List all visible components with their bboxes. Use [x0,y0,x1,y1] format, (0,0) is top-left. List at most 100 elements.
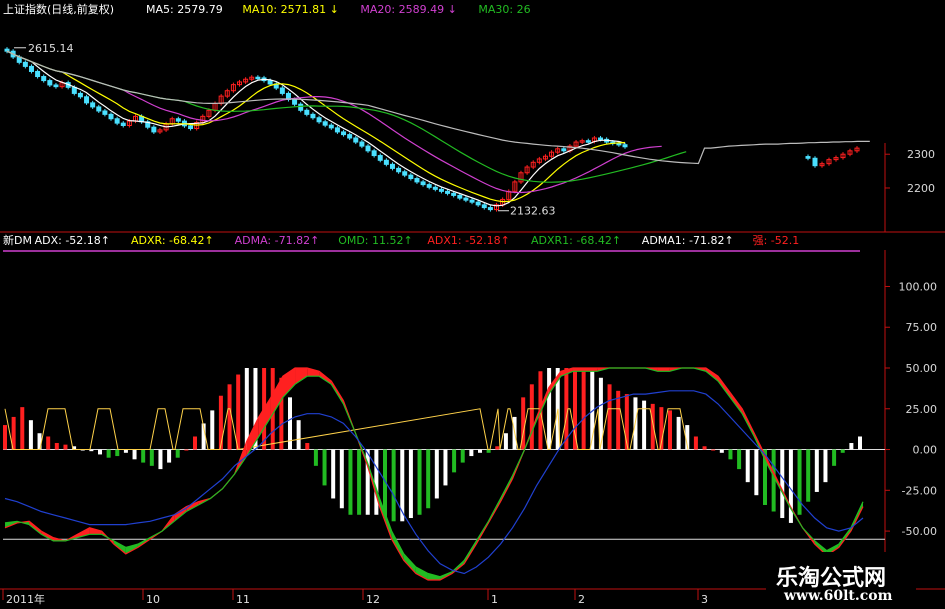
omd-bar [823,449,828,483]
omd-bar [141,449,146,463]
omd-bar [702,446,707,450]
indicator-y-tick-label: 50.00 [906,362,938,375]
omd-bar [331,449,336,499]
price-candle [463,197,469,201]
price-candle [353,137,359,143]
omd-bar [20,407,25,450]
omd-bar [858,436,862,450]
price-candle [585,140,591,143]
price-candle [377,155,383,161]
omd-bar [495,446,500,450]
price-candle [279,87,285,94]
omd-bar [728,449,733,460]
ma5-line [6,50,626,207]
price-title: 上证指数(日线,前复权) [3,3,115,16]
price-candle [481,204,487,209]
omd-bar [313,449,318,466]
omd-bar [616,390,621,450]
legend-item: ADXR: -68.42↑ [131,234,214,247]
omd-bar [193,436,197,450]
omd-bar [123,449,128,453]
time-tick-label: 2011年 [6,592,45,606]
omd-bar [167,449,172,463]
price-candle [341,131,347,136]
omd-bar [348,449,353,515]
price-candle [53,84,59,88]
omd-bar [607,384,612,450]
omd-bar [668,410,672,450]
price-candle [188,125,194,130]
omd-bar [711,449,716,451]
price-candle [304,109,310,115]
legend-item: ADMA: -71.82↑ [234,234,320,247]
omd-bar [149,449,154,466]
omd-bar [650,403,655,450]
time-tick-label: 1 [491,593,498,606]
indicator-y-tick-label: -25.00 [902,484,937,497]
price-candle [347,134,353,139]
omd-bar [339,449,344,509]
indicator-y-tick-label: 0.00 [913,444,938,457]
omd-bar [547,368,552,450]
price-candle [298,103,304,111]
omd-bar [840,449,845,453]
legend-item: 强: -52.1 [752,234,800,247]
omd-bar [115,449,120,457]
omd-bar [719,449,724,453]
price-candle [469,199,475,203]
price-candle [292,98,298,105]
adx-band-segment [295,368,308,385]
omd-bar [46,436,51,450]
price-candle [622,144,628,148]
time-tick-label: 2 [578,593,585,606]
omd-bar [443,449,448,486]
omd-bar [503,433,508,450]
price-candle [41,76,47,82]
omd-bar [322,449,327,486]
legend-item: ADXR1: -68.42↑ [531,234,622,247]
price-candle [175,118,181,122]
price-candle [316,117,322,123]
price-candle [561,148,567,152]
legend-item: ADMA1: -71.82↑ [641,234,734,247]
time-tick-label: 10 [146,593,160,606]
omd-bar [54,443,59,450]
omd-bar [175,449,180,458]
price-candle [389,163,395,169]
ma20-line [6,50,662,194]
price-candle [28,65,34,72]
omd-bar [417,449,422,515]
price-candle [22,61,28,67]
indicator-y-tick-label: 100.00 [899,280,938,293]
omd-bar [486,449,491,453]
price-candle [35,70,41,78]
price-candle [102,110,108,115]
omd-bar [573,368,577,450]
price-candle [383,159,389,165]
price-candle [328,124,334,129]
price-candle [151,126,157,133]
omd-bar [780,449,785,519]
indicator-y-tick-label: -50.00 [902,525,937,538]
omd-bar [132,449,137,460]
omd-bar [374,449,379,515]
price-candle [414,178,420,183]
omd-bar [3,425,7,450]
ma60-line [6,50,870,165]
omd-bar [814,449,819,492]
price-candle [616,142,622,146]
legend-item: ADX: -52.18↑ [34,234,111,247]
omd-bar [478,449,482,453]
price-candle [598,137,604,140]
legend-item: MA30: 26 [478,3,531,16]
omd-bar [227,384,232,450]
legend-item: MA20: 2589.49 ↓ [360,3,457,16]
price-candle [4,48,10,52]
price-candle [438,188,444,192]
price-candle [90,102,96,108]
time-tick-label: 12 [366,593,380,606]
omd-bar [288,397,292,450]
price-candle [108,113,114,120]
omd-bar [296,420,301,450]
time-tick-label: 3 [701,593,708,606]
